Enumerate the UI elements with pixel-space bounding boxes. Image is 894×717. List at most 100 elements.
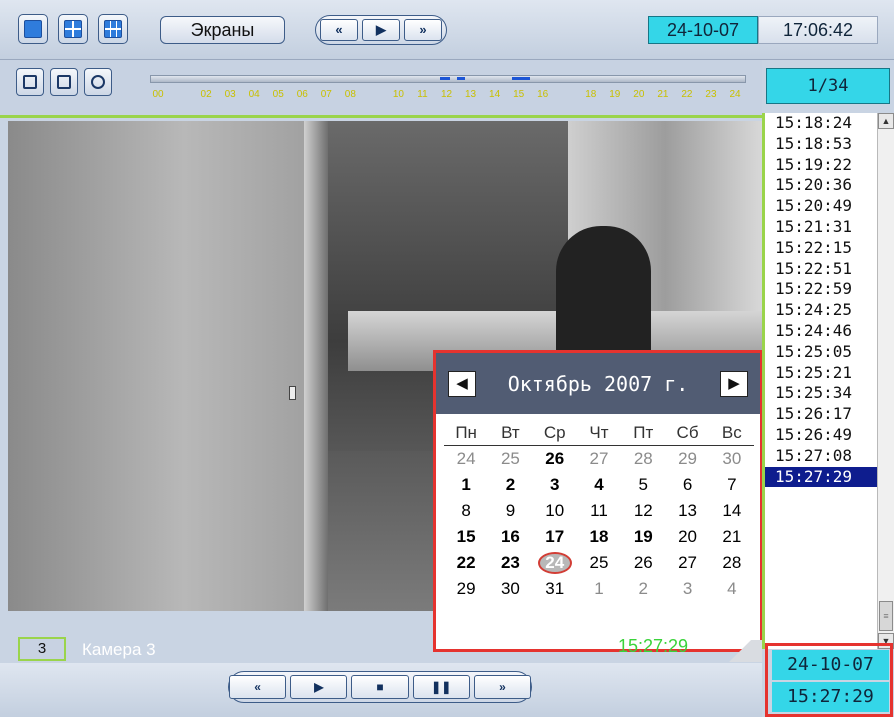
calendar-day[interactable]: 30 bbox=[710, 449, 754, 469]
calendar-day[interactable]: 22 bbox=[444, 553, 488, 573]
event-time-item[interactable]: 15:25:21 bbox=[765, 363, 894, 384]
timeline-hour-label: 04 bbox=[248, 89, 260, 100]
calendar-day[interactable]: 29 bbox=[665, 449, 709, 469]
timeline-hour-label: 19 bbox=[609, 89, 621, 100]
calendar-day[interactable]: 5 bbox=[621, 475, 665, 495]
calendar-day[interactable]: 6 bbox=[665, 475, 709, 495]
calendar-day[interactable]: 20 bbox=[665, 527, 709, 547]
calendar-day[interactable]: 19 bbox=[621, 527, 665, 547]
calendar-day[interactable]: 31 bbox=[533, 579, 577, 599]
save-button[interactable] bbox=[50, 68, 78, 96]
event-time-item[interactable]: 15:27:08 bbox=[765, 446, 894, 467]
calendar-selected-day[interactable]: 24 bbox=[537, 552, 572, 574]
event-time-item[interactable]: 15:22:51 bbox=[765, 259, 894, 280]
calendar-day[interactable]: 29 bbox=[444, 579, 488, 599]
pause-button[interactable]: ❚❚ bbox=[412, 675, 470, 699]
event-time-item-selected[interactable]: 15:27:29 bbox=[765, 466, 877, 488]
calendar-day[interactable]: 4 bbox=[710, 579, 754, 599]
calendar-day[interactable]: 7 bbox=[710, 475, 754, 495]
calendar-day[interactable]: 4 bbox=[577, 475, 621, 495]
calendar-day[interactable]: 8 bbox=[444, 501, 488, 521]
calendar-day[interactable]: 14 bbox=[710, 501, 754, 521]
event-counter: 1/34 bbox=[766, 68, 890, 104]
archive-timeline[interactable]: 00 02 03 04 05 06 07 08 10 11 12 13 14 15 16 18 19 20 21 22… bbox=[150, 71, 746, 107]
calendar-day[interactable]: 12 bbox=[621, 501, 665, 521]
previous-screen-button[interactable]: « bbox=[320, 19, 358, 41]
event-time-item[interactable]: 15:26:17 bbox=[765, 404, 894, 425]
calendar-day[interactable]: 26 bbox=[533, 449, 577, 469]
next-month-button[interactable]: ▶ bbox=[720, 370, 748, 397]
play-screen-button[interactable]: ▶ bbox=[362, 19, 400, 41]
event-list-scrollbar[interactable]: ▲ ≡ ▼ bbox=[877, 113, 894, 649]
calendar-day[interactable]: 27 bbox=[665, 553, 709, 573]
event-time-item[interactable]: 15:22:15 bbox=[765, 238, 894, 259]
calendar-day[interactable]: 16 bbox=[488, 527, 532, 547]
calendar-day[interactable]: 23 bbox=[488, 553, 532, 573]
layout-grid-button[interactable] bbox=[98, 14, 128, 44]
calendar-day[interactable]: 28 bbox=[621, 449, 665, 469]
calendar-day[interactable]: 25 bbox=[577, 553, 621, 573]
calendar-day[interactable]: 21 bbox=[710, 527, 754, 547]
calendar-day[interactable]: 3 bbox=[665, 579, 709, 599]
layout-single-button[interactable] bbox=[18, 14, 48, 44]
selected-frame-info: 24-10-07 15:27:29 bbox=[765, 643, 893, 717]
date-picker-calendar: ◀ Октябрь 2007 г. ▶ Пн Вт Ср Чт Пт Сб Вс 24 25 26… bbox=[433, 350, 763, 652]
scroll-up-icon[interactable]: ▲ bbox=[878, 113, 894, 129]
timeline-hour-label: 20 bbox=[633, 89, 645, 100]
calendar-week-row: 15 16 17 18 19 20 21 bbox=[444, 524, 754, 550]
calendar-day[interactable]: 2 bbox=[488, 475, 532, 495]
timeline-hour-label: 22 bbox=[681, 89, 693, 100]
screens-button[interactable]: Экраны bbox=[160, 16, 285, 44]
next-screen-button[interactable]: » bbox=[404, 19, 442, 41]
calendar-day[interactable]: 10 bbox=[533, 501, 577, 521]
calendar-day[interactable]: 11 bbox=[577, 501, 621, 521]
calendar-week-row: 8 9 10 11 12 13 14 bbox=[444, 498, 754, 524]
calendar-day[interactable]: 24 bbox=[444, 449, 488, 469]
weekday-label: Сб bbox=[676, 422, 699, 442]
calendar-day[interactable]: 1 bbox=[444, 475, 488, 495]
event-time-item[interactable]: 15:24:46 bbox=[765, 321, 894, 342]
calendar-day[interactable]: 26 bbox=[621, 553, 665, 573]
rewind-button[interactable]: « bbox=[229, 675, 287, 699]
camera-number-badge[interactable]: 3 bbox=[18, 637, 66, 661]
event-time-item[interactable]: 15:25:05 bbox=[765, 342, 894, 363]
calendar-day[interactable]: 2 bbox=[621, 579, 665, 599]
fast-forward-button[interactable]: » bbox=[473, 675, 532, 699]
magnifier-icon bbox=[91, 75, 105, 89]
layout-quad-button[interactable] bbox=[58, 14, 88, 44]
event-time-item[interactable]: 15:24:25 bbox=[765, 300, 894, 321]
calendar-week-row: 22 23 24 25 26 27 28 bbox=[444, 550, 754, 576]
event-time-item[interactable]: 15:25:34 bbox=[765, 383, 894, 404]
calendar-day[interactable]: 3 bbox=[533, 475, 577, 495]
event-time-item[interactable]: 15:26:49 bbox=[765, 425, 894, 446]
calendar-day[interactable]: 30 bbox=[488, 579, 532, 599]
event-time-item[interactable]: 15:18:24 bbox=[765, 113, 894, 134]
event-time-list[interactable]: 15:18:24 15:18:53 15:19:22 15:20:36 15:20:49… bbox=[762, 113, 894, 649]
resize-grip-icon[interactable] bbox=[710, 640, 762, 662]
calendar-day[interactable]: 25 bbox=[488, 449, 532, 469]
print-button[interactable] bbox=[16, 68, 44, 96]
timeline-record-mark bbox=[440, 77, 450, 80]
event-time-item[interactable]: 15:21:31 bbox=[765, 217, 894, 238]
event-time-item[interactable]: 15:19:22 bbox=[765, 155, 894, 176]
calendar-day[interactable]: 13 bbox=[665, 501, 709, 521]
calendar-day[interactable]: 1 bbox=[577, 579, 621, 599]
previous-month-button[interactable]: ◀ bbox=[448, 370, 476, 397]
calendar-day[interactable]: 27 bbox=[577, 449, 621, 469]
search-button[interactable] bbox=[84, 68, 112, 96]
weekday-label: Чт bbox=[589, 422, 609, 442]
play-button[interactable]: ▶ bbox=[290, 675, 348, 699]
calendar-day[interactable]: 17 bbox=[533, 527, 577, 547]
calendar-day[interactable]: 15 bbox=[444, 527, 488, 547]
calendar-day[interactable]: 28 bbox=[710, 553, 754, 573]
weekday-label: Ср bbox=[543, 422, 566, 442]
event-time-item[interactable]: 15:20:36 bbox=[765, 175, 894, 196]
event-time-item[interactable]: 15:20:49 bbox=[765, 196, 894, 217]
scroll-thumb[interactable]: ≡ bbox=[879, 601, 893, 631]
event-time-item[interactable]: 15:18:53 bbox=[765, 134, 894, 155]
weekday-label: Пн bbox=[455, 422, 477, 442]
calendar-day[interactable]: 18 bbox=[577, 527, 621, 547]
calendar-day[interactable]: 9 bbox=[488, 501, 532, 521]
stop-button[interactable]: ■ bbox=[351, 675, 409, 699]
event-time-item[interactable]: 15:22:59 bbox=[765, 279, 894, 300]
